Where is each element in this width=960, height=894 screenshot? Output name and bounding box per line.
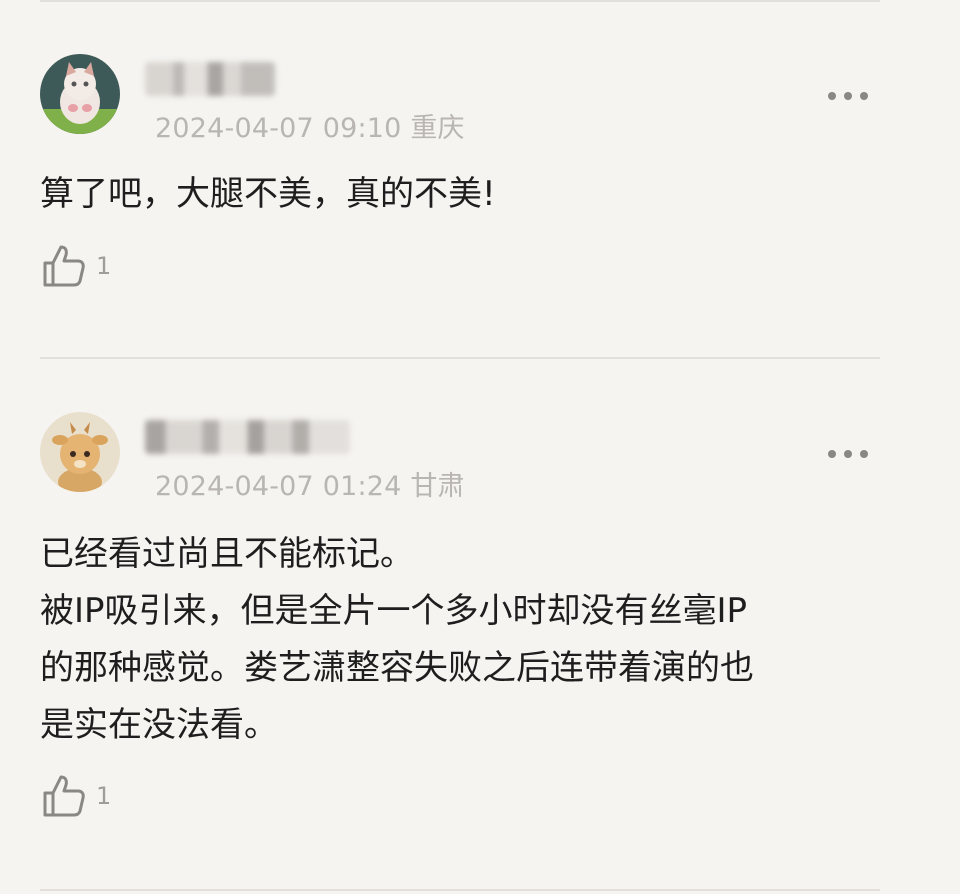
- username-redacted[interactable]: [145, 420, 350, 454]
- like-button[interactable]: 1: [40, 772, 111, 820]
- comment-text: 已经看过尚且不能标记。 被IP吸引来，但是全片一个多小时却没有丝毫IP 的那种感…: [40, 526, 900, 754]
- kitten-avatar-icon: [40, 54, 120, 134]
- comment-paragraph: 的那种感觉。娄艺潇整容失败之后连带着演的也: [40, 648, 754, 688]
- deer-toy-avatar-icon: [40, 412, 120, 492]
- divider-bottom: [40, 889, 880, 891]
- like-count: 1: [96, 252, 112, 280]
- more-options-button[interactable]: [826, 448, 870, 460]
- comment-item: 2024-04-07 09:10 重庆 算了吧，大腿不美，真的不美! 1: [0, 0, 960, 355]
- comment-paragraph: 已经看过尚且不能标记。: [40, 534, 414, 574]
- user-avatar[interactable]: [40, 54, 120, 134]
- like-count: 1: [96, 782, 112, 810]
- comment-meta: 2024-04-07 09:10 重庆: [155, 106, 465, 145]
- comment-paragraph: 是实在没法看。: [40, 705, 278, 745]
- comment-meta: 2024-04-07 01:24 甘肃: [155, 464, 465, 503]
- more-dot: [844, 92, 852, 100]
- username-redacted[interactable]: [145, 62, 275, 96]
- more-options-button[interactable]: [826, 90, 870, 102]
- more-dots-icon: [828, 92, 836, 100]
- thumbs-up-icon: [43, 245, 85, 287]
- comment-text: 算了吧，大腿不美，真的不美!: [40, 166, 900, 223]
- more-dot: [844, 450, 852, 458]
- more-dots-icon: [828, 450, 836, 458]
- like-button[interactable]: 1: [40, 242, 111, 290]
- comment-paragraph: 算了吧，大腿不美，真的不美!: [40, 174, 496, 214]
- thumbs-up-icon: [43, 775, 85, 817]
- user-avatar[interactable]: [40, 412, 120, 492]
- comment-item: 2024-04-07 01:24 甘肃 已经看过尚且不能标记。 被IP吸引来，但…: [0, 358, 960, 894]
- comment-timestamp: 2024-04-07 09:10: [155, 113, 402, 144]
- more-dot: [860, 450, 868, 458]
- more-dot: [860, 92, 868, 100]
- comment-location: 重庆: [410, 113, 465, 144]
- comment-location: 甘肃: [410, 471, 465, 502]
- comment-paragraph: 被IP吸引来，但是全片一个多小时却没有丝毫IP: [40, 591, 748, 631]
- comment-timestamp: 2024-04-07 01:24: [155, 471, 402, 502]
